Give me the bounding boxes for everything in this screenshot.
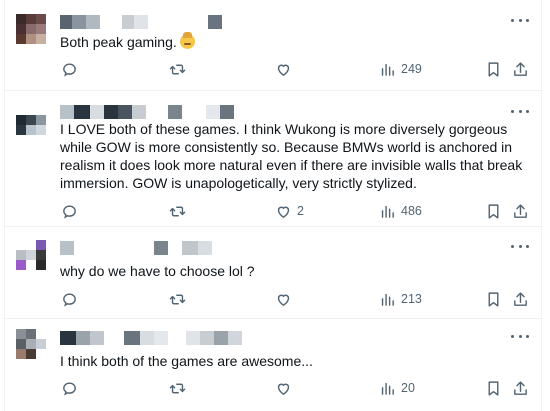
action-bar: 2 486 — [57, 200, 537, 222]
like-button[interactable] — [275, 58, 297, 80]
reply-button[interactable] — [61, 288, 83, 310]
more-icon[interactable] — [511, 106, 529, 116]
repost-button[interactable] — [169, 200, 191, 222]
author-header[interactable] — [60, 14, 222, 29]
views-icon — [381, 382, 394, 395]
reply-button[interactable] — [61, 200, 83, 222]
reply-icon — [63, 292, 76, 307]
reply-icon — [63, 204, 76, 219]
share-icon — [514, 291, 527, 306]
share-button[interactable] — [512, 58, 529, 80]
share-button[interactable] — [512, 288, 529, 310]
views-button[interactable]: 213 — [379, 288, 422, 310]
bookmark-icon — [488, 61, 499, 77]
repost-button[interactable] — [169, 58, 191, 80]
avatar[interactable] — [16, 105, 46, 135]
repost-icon — [169, 206, 186, 216]
share-button[interactable] — [512, 200, 529, 222]
reply-post-2[interactable]: I LOVE both of these games. I think Wuko… — [5, 91, 543, 227]
reply-post-4[interactable]: I think both of the games are awesome...… — [5, 319, 543, 411]
avatar[interactable] — [16, 14, 46, 44]
author-header[interactable] — [60, 330, 242, 345]
share-icon — [514, 61, 527, 76]
author-header[interactable] — [60, 104, 234, 119]
like-icon — [277, 64, 290, 76]
more-icon[interactable] — [511, 331, 529, 341]
action-bar: 20 — [57, 377, 537, 399]
reply-icon — [63, 62, 76, 77]
repost-button[interactable] — [169, 288, 191, 310]
views-button[interactable]: 249 — [379, 58, 422, 80]
reply-post-3[interactable]: why do we have to choose lol ? 213 — [5, 227, 543, 319]
views-button[interactable]: 20 — [379, 377, 415, 399]
like-icon — [277, 206, 290, 218]
reply-button[interactable] — [61, 377, 83, 399]
more-icon[interactable] — [511, 15, 529, 25]
bookmark-icon — [488, 291, 499, 307]
bookmark-button[interactable] — [485, 200, 502, 222]
bookmark-button[interactable] — [485, 377, 502, 399]
reply-icon — [63, 381, 76, 396]
cowboy-face-emoji — [179, 32, 195, 49]
share-button[interactable] — [512, 377, 529, 399]
bookmark-icon — [488, 380, 499, 396]
share-icon — [514, 203, 527, 218]
avatar[interactable] — [16, 329, 46, 359]
more-icon[interactable] — [511, 241, 529, 251]
like-icon — [277, 383, 290, 395]
reply-thread: Both peak gaming. 249 I LOVE both of the… — [4, 0, 543, 411]
post-text: why do we have to choose lol ? — [60, 263, 255, 279]
views-icon — [381, 63, 394, 76]
bookmark-button[interactable] — [485, 58, 502, 80]
action-bar: 213 — [57, 288, 537, 310]
like-button[interactable] — [275, 288, 297, 310]
action-bar: 249 — [57, 58, 537, 80]
bookmark-button[interactable] — [485, 288, 502, 310]
post-text-content: Both peak gaming. — [60, 34, 177, 50]
author-header[interactable] — [60, 240, 212, 255]
like-button[interactable]: 2 — [275, 200, 304, 222]
avatar[interactable] — [16, 240, 46, 270]
post-text: I think both of the games are awesome... — [60, 353, 313, 369]
bookmark-icon — [488, 203, 499, 219]
views-icon — [381, 293, 394, 306]
views-button[interactable]: 486 — [379, 200, 422, 222]
post-text: Both peak gaming. — [60, 32, 530, 51]
repost-icon — [169, 294, 186, 304]
reply-post-1[interactable]: Both peak gaming. 249 — [5, 0, 543, 91]
like-button[interactable] — [275, 377, 297, 399]
repost-icon — [169, 383, 186, 393]
reply-button[interactable] — [61, 58, 83, 80]
like-count: 2 — [297, 204, 304, 218]
share-icon — [514, 380, 527, 395]
repost-icon — [169, 64, 186, 74]
repost-button[interactable] — [169, 377, 191, 399]
post-text: I LOVE both of these games. I think Wuko… — [60, 121, 523, 191]
views-icon — [381, 205, 394, 218]
like-icon — [277, 294, 290, 306]
